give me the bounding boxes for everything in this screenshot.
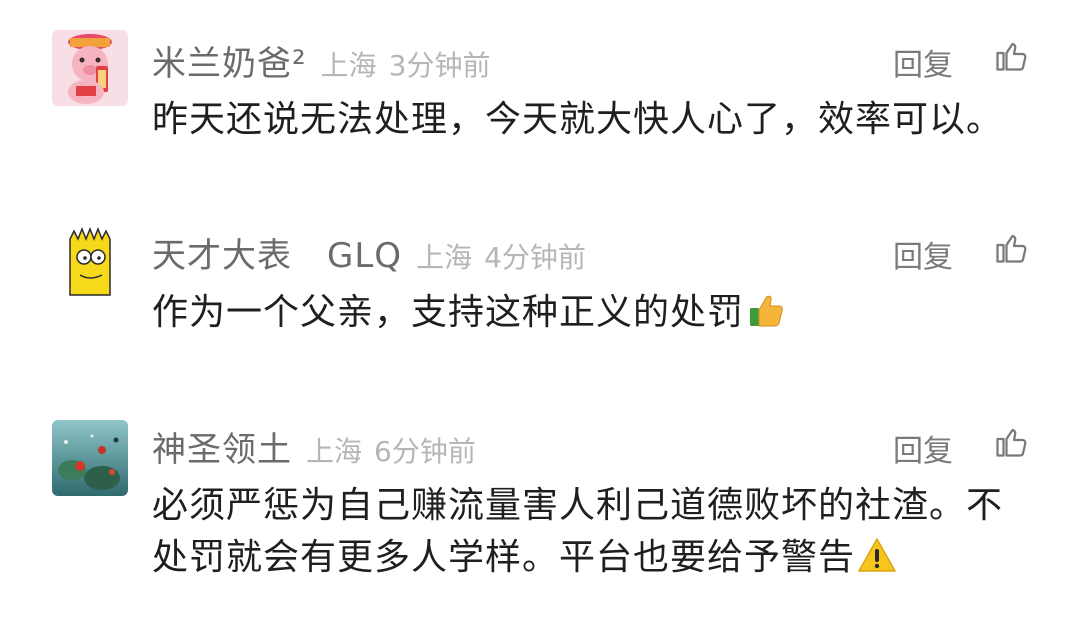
comment-text-line: 必须严惩为自己赚流量害人利己道德败坏的社渣。不 — [152, 485, 1004, 526]
location: 上海 — [306, 435, 363, 468]
location: 上海 — [416, 241, 473, 274]
yellow-cartoon-character-icon — [52, 223, 128, 299]
reply-button[interactable]: 回复 — [893, 426, 953, 470]
like-button[interactable] — [993, 424, 1029, 460]
timestamp: 6分钟前 — [374, 435, 476, 468]
reply-button[interactable]: 回复 — [893, 232, 953, 276]
thumbs-up-icon — [996, 42, 1027, 71]
like-button[interactable] — [993, 38, 1029, 74]
pink-cartoon-character-icon — [52, 30, 128, 106]
avatar[interactable] — [52, 30, 128, 106]
reply-button[interactable]: 回复 — [893, 40, 953, 84]
avatar[interactable] — [52, 420, 128, 496]
username[interactable]: 神圣领土 — [152, 422, 292, 471]
location: 上海 — [320, 49, 377, 82]
comment-text-content: 作为一个父亲，支持这种正义的处罚 — [152, 292, 745, 333]
comment-meta: 天才大表 GLQ 上海 4分钟前 — [152, 228, 586, 276]
underwater-scene-icon — [52, 420, 128, 496]
like-button[interactable] — [993, 230, 1029, 266]
avatar[interactable] — [52, 223, 128, 299]
thumbs-up-icon — [996, 428, 1027, 457]
timestamp: 4分钟前 — [484, 241, 586, 274]
thumbs-up-icon — [996, 234, 1027, 263]
username[interactable]: 米兰奶爸² — [152, 36, 307, 85]
comment-meta: 米兰奶爸² 上海 3分钟前 — [152, 36, 490, 84]
comment-text: 必须严惩为自己赚流量害人利己道德败坏的社渣。不 处罚就会有更多人学样。平台也要给… — [152, 480, 1032, 584]
comment-text-line: 处罚就会有更多人学样。平台也要给予警告 — [152, 532, 1032, 584]
warning-emoji-icon — [857, 535, 897, 575]
comment-text-content: 处罚就会有更多人学样。平台也要给予警告 — [152, 537, 856, 578]
comment-text: 昨天还说无法处理，今天就大快人心了，效率可以。 — [152, 99, 1004, 140]
thumbs-up-emoji-icon — [746, 290, 786, 330]
username[interactable]: 天才大表 GLQ — [152, 228, 402, 277]
comment-text: 作为一个父亲，支持这种正义的处罚 — [152, 287, 1032, 339]
timestamp: 3分钟前 — [388, 49, 491, 82]
comment-meta: 神圣领土 上海 6分钟前 — [152, 422, 476, 470]
